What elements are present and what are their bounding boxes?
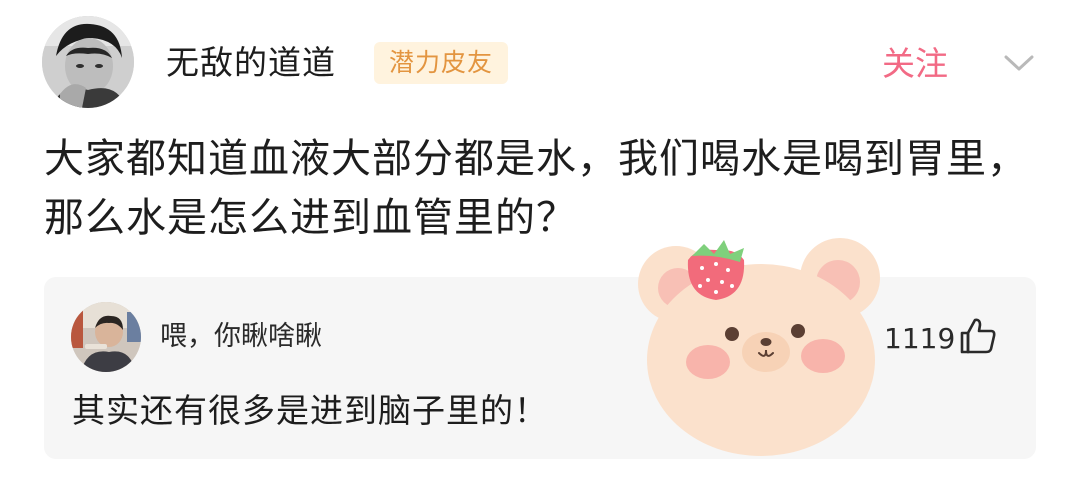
level-badge: 潜力皮友 (374, 42, 508, 84)
follow-button[interactable]: 关注 (870, 40, 960, 88)
thumbs-up-icon[interactable] (958, 316, 998, 356)
poster-username[interactable]: 无敌的道道 (166, 41, 336, 85)
poster-avatar[interactable] (42, 16, 134, 108)
commenter-avatar-photo (71, 302, 141, 372)
bear-with-strawberry-sticker (628, 220, 898, 460)
comment-text: 其实还有很多是进到脑子里的！ (72, 391, 548, 430)
commenter-username[interactable]: 喂，你瞅啥瞅 (160, 318, 322, 356)
poster-avatar-photo (42, 16, 134, 108)
commenter-avatar[interactable] (71, 302, 141, 372)
chevron-down-icon[interactable] (1002, 48, 1036, 78)
